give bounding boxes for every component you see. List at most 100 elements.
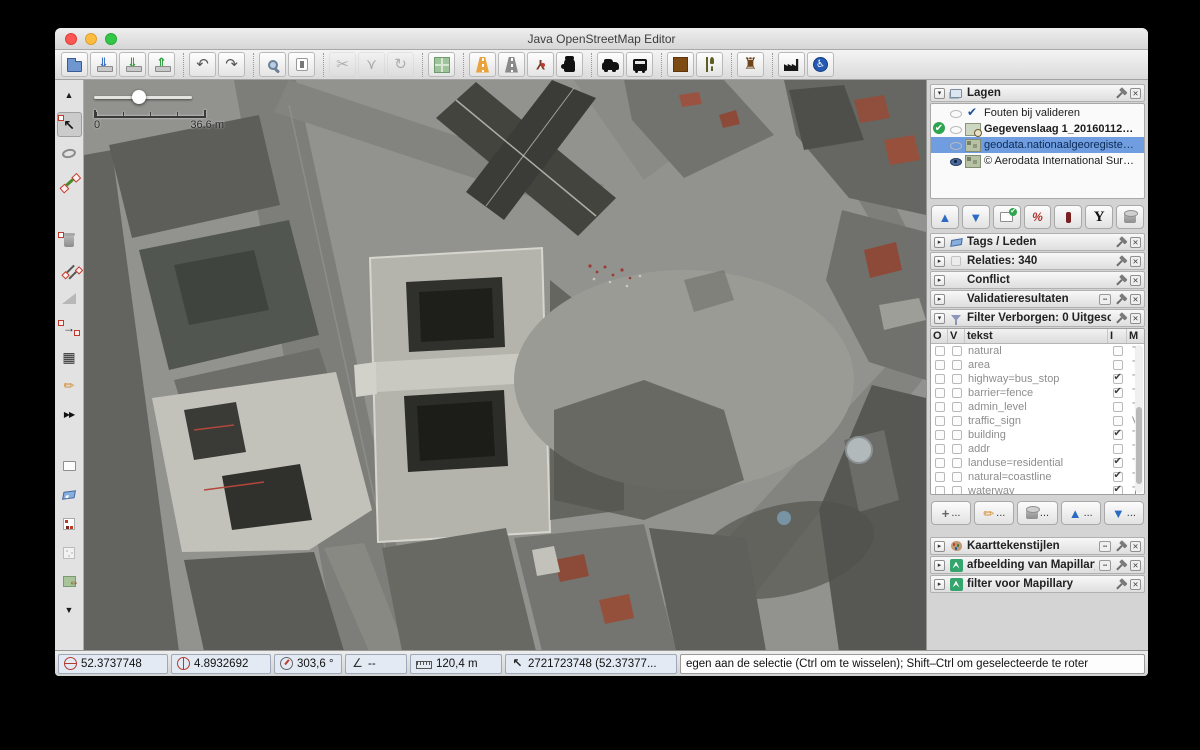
preset-pedestrian[interactable]: ♿ xyxy=(807,52,834,77)
filter-hide-checkbox[interactable] xyxy=(952,458,962,468)
tool-spacer[interactable] xyxy=(57,431,82,449)
filter-row[interactable]: waterway T xyxy=(931,484,1144,495)
filter-inverted-checkbox[interactable] xyxy=(1113,472,1123,482)
filter-row[interactable]: landuse=residential T xyxy=(931,456,1144,470)
download[interactable]: ⇓ xyxy=(119,52,146,77)
filter-hide-checkbox[interactable] xyxy=(952,472,962,482)
filter-inverted-checkbox[interactable] xyxy=(1113,360,1123,370)
close-icon[interactable]: ✕ xyxy=(1130,541,1141,552)
tools-scroll-down[interactable]: ▼ xyxy=(57,598,82,623)
tool-relation-edit[interactable] xyxy=(57,511,82,536)
panel-layers-header[interactable]: Lagen ✕ xyxy=(930,84,1145,102)
minimize-window-button[interactable] xyxy=(85,33,97,45)
save[interactable]: ⇓ xyxy=(90,52,117,77)
close-icon[interactable]: ✕ xyxy=(1130,256,1141,267)
filter-enable-checkbox[interactable] xyxy=(935,402,945,412)
zoom-window-button[interactable] xyxy=(105,33,117,45)
panel-validation-results[interactable]: Validatieresultaten ▪▪ ✕ xyxy=(930,290,1145,308)
close-icon[interactable]: ✕ xyxy=(1130,579,1141,590)
filter-inverted-checkbox[interactable] xyxy=(1113,416,1123,426)
expand-panel-button[interactable] xyxy=(934,560,945,571)
filter-enable-checkbox[interactable] xyxy=(935,472,945,482)
tool-tagging[interactable] xyxy=(57,482,82,507)
pin-icon[interactable] xyxy=(1113,253,1129,269)
pin-icon[interactable] xyxy=(1113,538,1129,554)
layer-marker-button[interactable] xyxy=(1054,205,1082,229)
redo[interactable]: ↷ xyxy=(218,52,245,77)
close-icon[interactable]: ✕ xyxy=(1130,275,1141,286)
expand-panel-button[interactable] xyxy=(934,237,945,248)
layer-visibility-eye-icon[interactable] xyxy=(949,123,962,135)
filter-hide-checkbox[interactable] xyxy=(952,430,962,440)
filter-down[interactable]: ▼ ... xyxy=(1104,501,1144,525)
undo[interactable]: ↶ xyxy=(189,52,216,77)
layer-move-down-button[interactable]: ▼ xyxy=(962,205,990,229)
layer-move-up-button[interactable]: ▲ xyxy=(931,205,959,229)
preset-bus[interactable] xyxy=(626,52,653,77)
combine-way[interactable]: ⋎ xyxy=(358,52,385,77)
expand-panel-button[interactable] xyxy=(934,275,945,286)
filter-row[interactable]: natural=coastline T xyxy=(931,470,1144,484)
close-icon[interactable]: ✕ xyxy=(1130,294,1141,305)
preset-car[interactable] xyxy=(597,52,624,77)
layer-row[interactable]: geodata.nationaalgeoregiste… xyxy=(931,137,1144,153)
close-icon[interactable]: ✕ xyxy=(1130,560,1141,571)
filter-row[interactable]: barrier=fence T xyxy=(931,386,1144,400)
zoom-slider-knob[interactable] xyxy=(132,90,146,104)
layer-delete-button[interactable] xyxy=(1116,205,1144,229)
pin-icon[interactable] xyxy=(1113,291,1129,307)
expand-panel-button[interactable] xyxy=(934,541,945,552)
collapse-panel-button[interactable] xyxy=(934,313,945,324)
collapse-panel-button[interactable] xyxy=(934,88,945,99)
layer-row[interactable]: Gegevenslaag 1_20160112… xyxy=(931,121,1144,137)
preset-hazard[interactable] xyxy=(667,52,694,77)
filter-hide-checkbox[interactable] xyxy=(952,444,962,454)
update-data[interactable]: ↻ xyxy=(387,52,414,77)
preset-junction[interactable]: Y xyxy=(527,52,554,77)
filter-row[interactable]: area T xyxy=(931,358,1144,372)
tool-zoom[interactable] xyxy=(57,199,82,224)
scrollbar-thumb[interactable] xyxy=(1136,407,1142,484)
upload[interactable]: ⇑ xyxy=(148,52,175,77)
layer-opacity-button[interactable]: % xyxy=(1024,205,1052,229)
close-icon[interactable]: ✕ xyxy=(1130,313,1141,324)
preset-castle[interactable]: ♜ xyxy=(737,52,764,77)
filter-hide-checkbox[interactable] xyxy=(952,346,962,356)
filter-enable-checkbox[interactable] xyxy=(935,346,945,356)
filter-inverted-checkbox[interactable] xyxy=(1113,374,1123,384)
filter-delete[interactable]: ... xyxy=(1017,501,1057,525)
preferences[interactable] xyxy=(288,52,315,77)
filter-hide-checkbox[interactable] xyxy=(952,360,962,370)
preset-works[interactable] xyxy=(778,52,805,77)
panel-mapillary-filter[interactable]: filter voor Mapillary ▪▪ ✕ xyxy=(930,575,1145,593)
layer-active-toggle[interactable] xyxy=(933,123,946,135)
panel-menu-button[interactable]: ▪▪ xyxy=(1099,294,1111,305)
panel-menu-button[interactable]: ▪▪ xyxy=(1099,541,1111,552)
filter-enable-checkbox[interactable] xyxy=(935,388,945,398)
layer-visibility-eye-icon[interactable] xyxy=(949,155,962,167)
tools-scroll-up[interactable]: ▲ xyxy=(57,83,82,108)
layer-merge-selection-button[interactable]: Y xyxy=(1085,205,1113,229)
filter-row[interactable]: traffic_sign V xyxy=(931,414,1144,428)
panel-map-paint-styles[interactable]: Kaarttekenstijlen ▪▪ ✕ xyxy=(930,537,1145,555)
filter-enable-checkbox[interactable] xyxy=(935,458,945,468)
layer-active-toggle[interactable] xyxy=(933,107,946,119)
split-way[interactable]: ✂ xyxy=(329,52,356,77)
pin-icon[interactable] xyxy=(1113,272,1129,288)
tool-fast-draw[interactable]: ▶▶ xyxy=(57,402,82,427)
filter-hide-checkbox[interactable] xyxy=(952,402,962,412)
tool-extrude[interactable] xyxy=(57,286,82,311)
panel-relations[interactable]: Relaties: 340 ▪▪ ✕ xyxy=(930,252,1145,270)
filter-row[interactable]: building T xyxy=(931,428,1144,442)
expand-panel-button[interactable] xyxy=(934,256,945,267)
filter-add[interactable]: + ... xyxy=(931,501,971,525)
pin-icon[interactable] xyxy=(1113,85,1129,101)
pin-icon[interactable] xyxy=(1113,234,1129,250)
filter-row[interactable]: natural T xyxy=(931,344,1144,358)
panel-mapillary-image[interactable]: afbeelding van Mapillary ▪▪ ✕ xyxy=(930,556,1145,574)
filter-inverted-checkbox[interactable] xyxy=(1113,458,1123,468)
filter-edit[interactable]: ✏ ... xyxy=(974,501,1014,525)
layer-row[interactable]: Fouten bij valideren xyxy=(931,105,1144,121)
tool-improve-accuracy[interactable]: → xyxy=(57,315,82,340)
filter-row[interactable]: highway=bus_stop T xyxy=(931,372,1144,386)
